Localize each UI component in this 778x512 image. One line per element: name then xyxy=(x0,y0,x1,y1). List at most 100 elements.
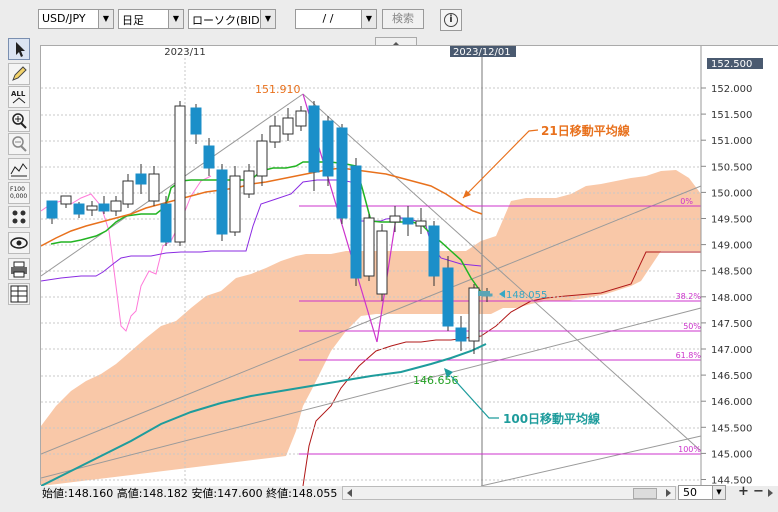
chart-area[interactable]: 148.055 151.910 146.656 21日移動平均線 100日移動平… xyxy=(40,45,778,487)
period-select-value: 日足 xyxy=(122,14,144,27)
scroll-right-icon[interactable] xyxy=(662,487,674,499)
price-tick-label: 147.000 xyxy=(711,345,752,356)
high-label: 高値: xyxy=(116,487,143,500)
high-price-label: 151.910 xyxy=(255,83,301,96)
horizontal-scrollbar[interactable] xyxy=(342,486,676,500)
candle-body xyxy=(203,145,215,169)
layout-tool[interactable] xyxy=(8,283,30,305)
svg-text:ALL: ALL xyxy=(11,90,26,98)
price-tick-label: 152.000 xyxy=(711,84,752,95)
candle-body xyxy=(363,217,375,277)
candle-body xyxy=(190,107,202,135)
line-chart-icon xyxy=(10,163,28,177)
search-button[interactable]: 検索 xyxy=(382,9,424,29)
zoom-value: 50 xyxy=(683,486,697,499)
zoom-out-icon xyxy=(12,136,27,152)
dots-grid-icon xyxy=(12,210,26,224)
printer-icon xyxy=(11,261,27,278)
candle-body xyxy=(468,287,480,342)
candle-body xyxy=(98,203,110,212)
low-value: 147.600 xyxy=(217,487,263,500)
candlestick-chart[interactable]: 148.055 151.910 146.656 21日移動平均線 100日移動平… xyxy=(40,46,778,487)
candle-body xyxy=(295,110,307,127)
candle-body xyxy=(389,215,401,223)
chevron-down-icon: ▼ xyxy=(712,486,725,499)
candle-body xyxy=(455,327,467,342)
scroll-left-icon[interactable] xyxy=(344,487,356,499)
cursor-icon xyxy=(16,42,25,57)
low-label: 安値: xyxy=(191,487,218,500)
info-icon: i xyxy=(444,13,458,27)
candle-body xyxy=(415,220,427,227)
candle-body xyxy=(73,203,85,215)
settings-tool[interactable] xyxy=(8,206,30,228)
price-cursor-label: 152.500 xyxy=(711,59,752,70)
price-axis: 152.500 152.000 151.500 151.000 150.500 150.… xyxy=(700,46,778,487)
price-tick-label: 150.500 xyxy=(711,162,752,173)
candle-body xyxy=(350,165,362,279)
top-toolbar: USD/JPY ▼ 日足 ▼ ローソク(BID) ▼ / / ▼ 検索 i xyxy=(0,0,778,38)
price-tick-label: 145.500 xyxy=(711,423,752,434)
fib-label-618: 61.8% xyxy=(676,351,702,360)
fib-label-0: 0% xyxy=(680,197,693,206)
pen-tool[interactable] xyxy=(8,63,30,85)
date-input-value: / / xyxy=(322,12,334,25)
candle-body xyxy=(160,203,172,243)
period-select[interactable]: 日足 ▼ xyxy=(118,9,184,29)
ma21-annotation: 21日移動平均線 xyxy=(541,123,630,138)
pencil-icon xyxy=(12,66,27,81)
month-label-nov: 2023/11 xyxy=(164,47,206,58)
candle-body xyxy=(322,120,334,177)
candle-body xyxy=(60,195,72,205)
chart-type-select-value: ローソク(BID) xyxy=(192,14,264,27)
info-button[interactable]: i xyxy=(440,9,462,31)
zoom-in-tool[interactable] xyxy=(8,110,30,132)
all-select-icon: ALL xyxy=(11,90,26,104)
scrollbar-thumb[interactable] xyxy=(633,488,657,499)
price-tick-label: 148.000 xyxy=(711,293,752,304)
candle-body xyxy=(402,217,414,225)
candle-body xyxy=(46,200,58,219)
chart-type-select[interactable]: ローソク(BID) ▼ xyxy=(188,9,276,29)
price-tick-label: 146.500 xyxy=(711,371,752,382)
candle-body xyxy=(376,230,388,295)
data-table-icon: F1000,000 xyxy=(10,186,27,200)
price-tick-label: 150.000 xyxy=(711,188,752,199)
candle-body xyxy=(442,267,454,327)
indicator-tool[interactable] xyxy=(8,158,30,180)
zoom-in-button[interactable]: + xyxy=(736,485,751,500)
data-tool[interactable]: F100 0,000 xyxy=(8,182,30,204)
current-price-marker xyxy=(478,291,490,296)
view-tool[interactable] xyxy=(8,232,30,254)
candle-body xyxy=(336,127,348,219)
eye-icon xyxy=(10,237,28,249)
candle-body xyxy=(229,175,241,233)
candle-body xyxy=(243,170,255,195)
price-tick-label: 151.500 xyxy=(711,110,752,121)
candle-body xyxy=(308,105,320,173)
chevron-right-icon[interactable] xyxy=(766,488,776,498)
print-tool[interactable] xyxy=(8,258,30,280)
price-tick-label: 146.000 xyxy=(711,397,752,408)
zoom-out-button[interactable]: − xyxy=(751,485,766,500)
chevron-down-icon: ▼ xyxy=(98,10,113,28)
all-tool[interactable]: ALL xyxy=(8,86,30,108)
chevron-down-icon: ▼ xyxy=(260,10,275,28)
candle-body xyxy=(148,173,160,202)
zoom-select[interactable]: 50 ▼ xyxy=(678,485,726,500)
candle-body xyxy=(428,225,440,277)
close-label: 終値: xyxy=(266,487,292,500)
open-label: 始値: xyxy=(42,487,68,500)
zoom-in-icon xyxy=(12,113,27,129)
candle-body xyxy=(122,180,134,205)
high-value: 148.182 xyxy=(142,487,188,500)
zoom-out-tool[interactable] xyxy=(8,133,30,155)
grid-layout-icon xyxy=(10,285,28,303)
date-cursor-label: 2023/12/01 xyxy=(453,47,511,58)
current-price-label: 148.055 xyxy=(506,290,547,301)
symbol-select[interactable]: USD/JPY ▼ xyxy=(38,9,114,29)
price-tick-label: 147.500 xyxy=(711,319,752,330)
cursor-tool[interactable] xyxy=(8,38,30,60)
plot-region: 148.055 151.910 146.656 21日移動平均線 100日移動平… xyxy=(40,46,702,487)
date-input[interactable]: / / ▼ xyxy=(295,9,377,29)
